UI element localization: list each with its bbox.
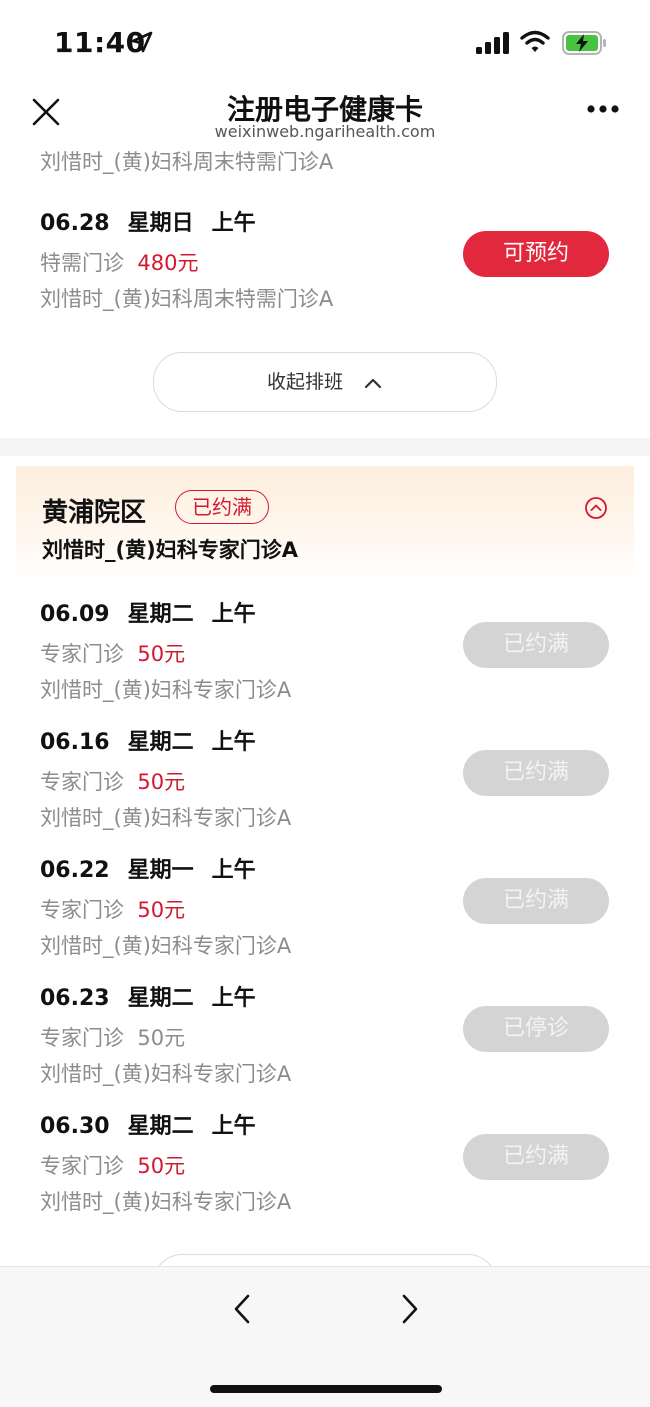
slot-weekday: 星期二 [127,986,194,1011]
slot-type: 专家门诊 [40,1154,124,1178]
campus-doctor-clinic: 刘惜时_(黄)妇科专家门诊A [42,538,298,562]
slot-type-line: 专家门诊 50元 [40,766,291,796]
slot-doctor-clinic: 刘惜时_(黄)妇科专家门诊A [40,806,292,830]
slot-weekday: 星期日 [127,211,194,236]
slot-type: 专家门诊 [40,770,124,794]
slot-weekday: 星期二 [127,1114,194,1139]
slot-period: 上午 [211,1114,256,1139]
schedule-slot: 06.28 星期日 上午 特需门诊 480元 刘惜时_(黄)妇科周末特需门诊A [40,205,333,313]
more-icon[interactable] [586,102,620,116]
status-bar: 11:40 [0,0,650,86]
slot-doctor-clinic: 刘惜时_(黄)妇科专家门诊A [40,934,292,958]
campus-name: 黄浦院区 [42,498,147,528]
slot-type-line: 专家门诊 50元 [40,638,291,668]
slot-price: 50元 [137,642,186,666]
doctor-clinic: 刘惜时_(黄)妇科周末特需门诊A [40,150,334,174]
slot-type: 专家门诊 [40,1026,124,1050]
slot-price: 50元 [137,1026,186,1050]
slot-type-line: 专家门诊 50元 [40,1022,291,1052]
slot-status-button[interactable]: 已约满 [463,750,609,796]
slot-doctor-clinic: 刘惜时_(黄)妇科专家门诊A [40,1062,292,1086]
battery-charging-icon [562,31,606,55]
slot-price: 50元 [137,770,186,794]
schedule-slot: 06.09 星期二 上午 专家门诊 50元 刘惜时_(黄)妇科专家门诊A [40,596,291,704]
slot-type-line: 专家门诊 50元 [40,1150,291,1180]
slot-type: 专家门诊 [40,898,124,922]
slot-weekday: 星期一 [127,858,194,883]
status-badge: 已约满 [175,490,269,524]
schedule-slot: 06.16 星期二 上午 专家门诊 50元 刘惜时_(黄)妇科专家门诊A [40,724,291,832]
circle-chevron-up-icon[interactable] [584,496,608,520]
schedule-slot: 06.22 星期一 上午 专家门诊 50元 刘惜时_(黄)妇科专家门诊A [40,852,291,960]
slot-date: 06.30 [40,1114,110,1139]
slot-price: 480元 [137,251,199,275]
chevron-left-icon[interactable] [232,1293,252,1325]
chevron-up-icon [364,378,382,388]
slot-doctor-clinic: 刘惜时_(黄)妇科周末特需门诊A [40,287,334,311]
slot-period: 上午 [211,211,256,236]
slot-period: 上午 [211,858,256,883]
collapse-schedule-button[interactable]: 收起排班 [153,352,497,412]
slot-date-line: 06.30 星期二 上午 [40,1108,291,1140]
schedule-slot: 06.30 星期二 上午 专家门诊 50元 刘惜时_(黄)妇科专家门诊A [40,1108,291,1216]
slot-date: 06.22 [40,858,110,883]
section-divider [0,438,650,456]
slot-date-line: 06.16 星期二 上午 [40,724,291,756]
slot-status-button[interactable]: 已约满 [463,1134,609,1180]
slot-status-button[interactable]: 已约满 [463,622,609,668]
slot-date-line: 06.23 星期二 上午 [40,980,291,1012]
slot-price: 50元 [137,898,186,922]
slot-status-button[interactable]: 已停诊 [463,1006,609,1052]
chevron-right-icon[interactable] [400,1293,420,1325]
slot-period: 上午 [211,986,256,1011]
slot-doctor-clinic: 刘惜时_(黄)妇科专家门诊A [40,678,292,702]
book-button[interactable]: 可预约 [463,231,609,277]
slot-doctor-clinic: 刘惜时_(黄)妇科专家门诊A [40,1190,292,1214]
location-arrow-icon [131,31,153,53]
slot-type-line: 专家门诊 50元 [40,894,291,924]
slot-period: 上午 [211,602,256,627]
slot-status-button[interactable]: 已约满 [463,878,609,924]
slot-date-line: 06.09 星期二 上午 [40,596,291,628]
signal-icon [476,32,509,54]
slot-date: 06.16 [40,730,110,755]
slot-date: 06.09 [40,602,110,627]
slot-date-line: 06.22 星期一 上午 [40,852,291,884]
slot-date: 06.23 [40,986,110,1011]
schedule-slot: 06.23 星期二 上午 专家门诊 50元 刘惜时_(黄)妇科专家门诊A [40,980,291,1088]
slot-type-line: 特需门诊 480元 [40,247,333,277]
slot-type: 特需门诊 [40,251,124,275]
slot-type: 专家门诊 [40,642,124,666]
slot-weekday: 星期二 [127,602,194,627]
slot-period: 上午 [211,730,256,755]
home-indicator[interactable] [210,1385,442,1393]
wifi-icon [520,30,550,52]
slot-date-line: 06.28 星期日 上午 [40,205,333,237]
slot-price: 50元 [137,1154,186,1178]
slot-date: 06.28 [40,211,110,236]
slot-weekday: 星期二 [127,730,194,755]
page-url: weixinweb.ngarihealth.com [214,122,436,141]
collapse-label: 收起排班 [266,371,343,393]
